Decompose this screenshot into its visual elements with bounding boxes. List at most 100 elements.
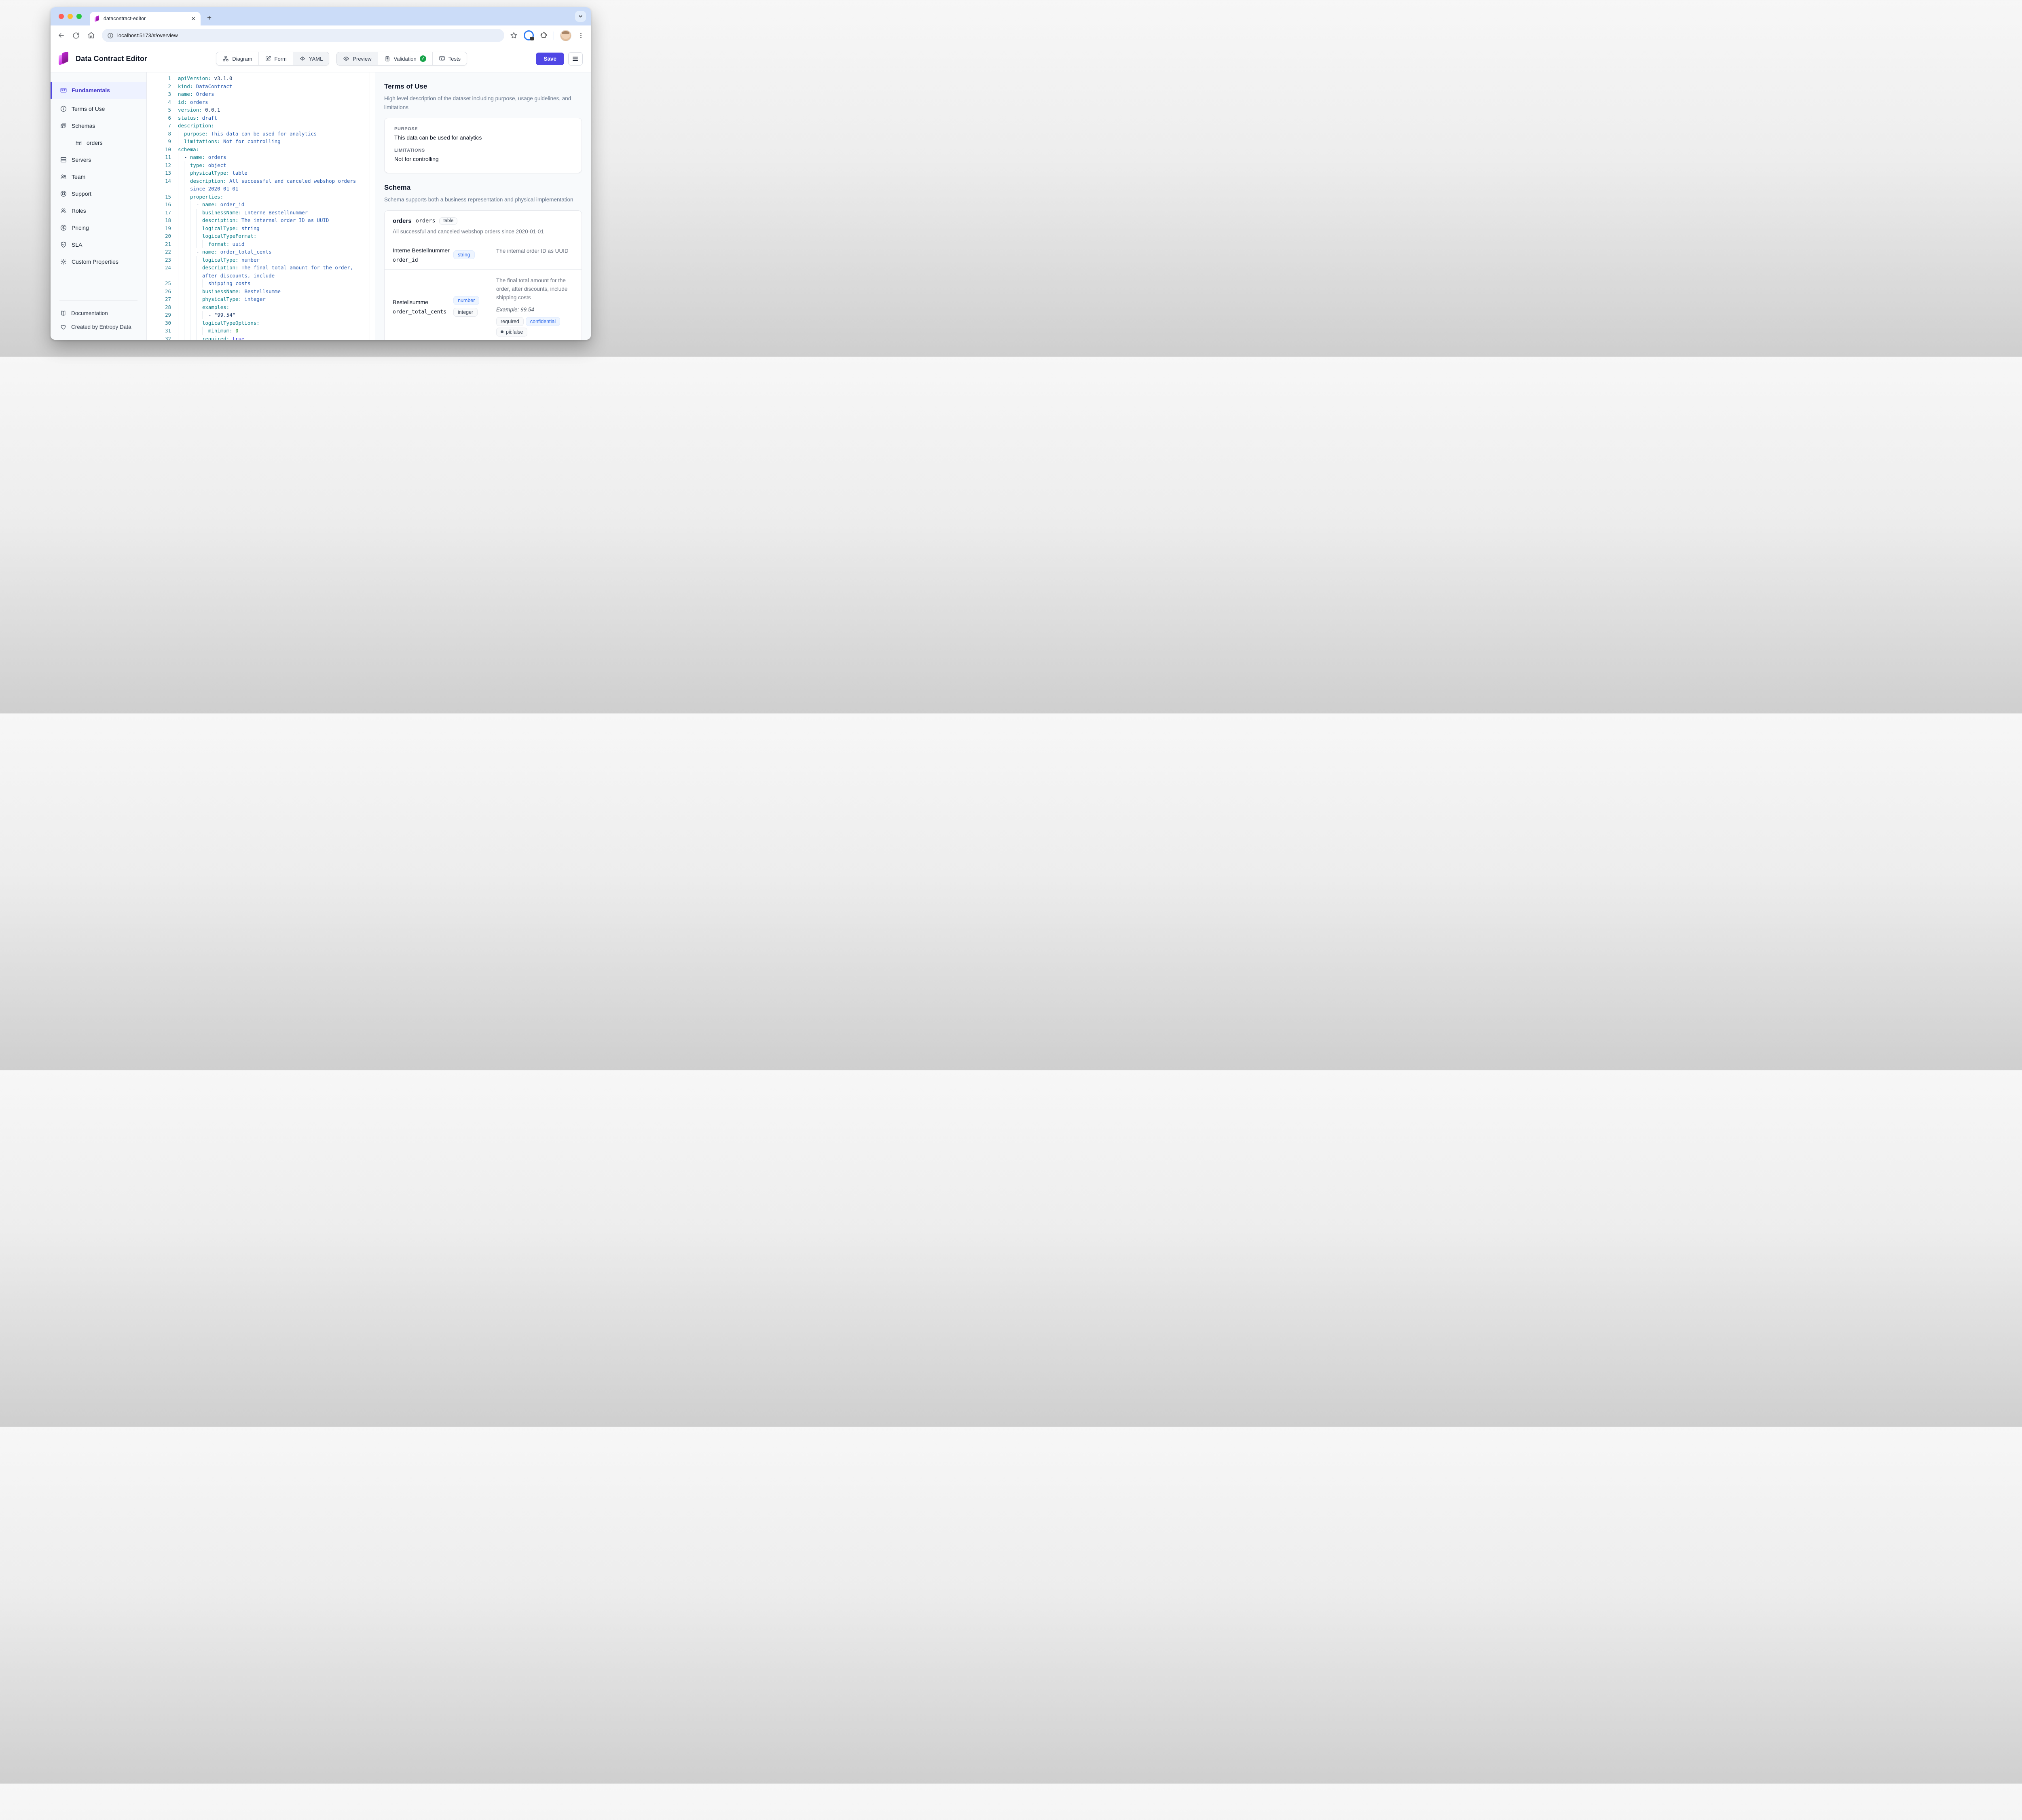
bookmark-star-icon[interactable]: [510, 32, 518, 39]
line-number: 31: [147, 327, 178, 335]
editor-line[interactable]: 19logicalType: string: [147, 224, 370, 233]
editor-line[interactable]: 21format: uuid: [147, 240, 370, 248]
editor-line[interactable]: 27physicalType: integer: [147, 295, 370, 303]
sidebar-item-sla[interactable]: SLA: [51, 238, 146, 252]
editor-line[interactable]: 29- "99.54": [147, 311, 370, 319]
tab-title: datacontract-editor: [104, 16, 187, 21]
editor-line[interactable]: 13physicalType: table: [147, 169, 370, 177]
sidebar-item-team[interactable]: Team: [51, 170, 146, 184]
editor-line[interactable]: 26businessName: Bestellsumme: [147, 288, 370, 296]
editor-line[interactable]: 8purpose: This data can be used for anal…: [147, 130, 370, 138]
sidebar-footer-documentation[interactable]: Documentation: [51, 307, 146, 319]
toolbar-button-validation[interactable]: Validation✓: [378, 52, 432, 65]
editor-line[interactable]: 32required: true: [147, 335, 370, 340]
field-type-badges: string: [453, 250, 496, 260]
editor-line[interactable]: 2kind: DataContract: [147, 83, 370, 91]
sidebar-item-schemas[interactable]: Schemas: [51, 119, 146, 133]
line-code: name: Orders: [178, 90, 370, 98]
editor-line[interactable]: 12type: object: [147, 161, 370, 169]
pricing-icon: [60, 224, 67, 231]
app-menu-button[interactable]: [568, 52, 583, 66]
book-icon: [60, 310, 67, 317]
line-code: id: orders: [178, 98, 370, 106]
toolbar-button-tests[interactable]: Tests: [432, 52, 467, 65]
extensions-puzzle-icon[interactable]: [540, 32, 548, 39]
indent-guides: [178, 240, 208, 248]
editor-line[interactable]: 23logicalType: number: [147, 256, 370, 264]
sidebar-item-orders[interactable]: orders: [51, 136, 146, 150]
sidebar-item-terms-of-use[interactable]: Terms of Use: [51, 102, 146, 116]
line-code: description:: [178, 122, 370, 130]
save-button[interactable]: Save: [536, 53, 564, 65]
editor-line[interactable]: 16- name: order_id: [147, 201, 370, 209]
editor-line[interactable]: 25shipping costs: [147, 279, 370, 288]
editor-line[interactable]: 28examples:: [147, 303, 370, 311]
editor-line[interactable]: 10schema:: [147, 146, 370, 154]
diagram-icon: [222, 55, 229, 62]
line-code: schema:: [178, 146, 370, 154]
editor-line[interactable]: 9limitations: Not for controlling: [147, 138, 370, 146]
indent-guides: [178, 130, 184, 138]
line-code: businessName: Interne Bestellnummer: [202, 209, 370, 217]
sidebar-item-pricing[interactable]: Pricing: [51, 221, 146, 235]
close-window-button[interactable]: [59, 14, 64, 19]
editor-line[interactable]: 30logicalTypeOptions:: [147, 319, 370, 327]
editor-line[interactable]: 5version: 0.0.1: [147, 106, 370, 114]
toolbar-button-yaml[interactable]: YAML: [293, 52, 329, 65]
editor-line[interactable]: 3name: Orders: [147, 90, 370, 98]
flag-badge-required: required: [496, 317, 524, 326]
sidebar-item-label: Terms of Use: [72, 106, 105, 112]
editor-line[interactable]: 1apiVersion: v3.1.0: [147, 74, 370, 83]
field-names: Bestellsummeorder_total_cents: [393, 298, 453, 315]
line-number: 32: [147, 335, 178, 340]
sidebar-item-servers[interactable]: Servers: [51, 153, 146, 167]
toolbar-button-diagram[interactable]: Diagram: [216, 52, 258, 65]
home-icon[interactable]: [87, 32, 95, 40]
team-icon: [60, 173, 67, 180]
reload-icon[interactable]: [72, 32, 80, 40]
toolbar-button-form[interactable]: Form: [258, 52, 293, 65]
sidebar-item-roles[interactable]: Roles: [51, 204, 146, 218]
editor-line[interactable]: 6status: draft: [147, 114, 370, 122]
browser-tab[interactable]: datacontract-editor ✕: [90, 12, 201, 25]
toolbar-button-preview[interactable]: Preview: [337, 52, 377, 65]
sidebar-item-support[interactable]: Support: [51, 187, 146, 201]
yaml-editor[interactable]: 1apiVersion: v3.1.02kind: DataContract3n…: [147, 72, 370, 340]
address-bar[interactable]: localhost:5173/#/overview: [102, 29, 504, 42]
browser-menu-kebab-icon[interactable]: [577, 32, 584, 39]
password-manager-extension-icon[interactable]: [524, 30, 534, 40]
indent-guides: [178, 264, 202, 279]
sidebar-item-label: Custom Properties: [72, 258, 118, 265]
tab-search-chevron-icon[interactable]: [575, 11, 586, 22]
sidebar-footer-label: Documentation: [71, 310, 108, 316]
editor-line[interactable]: 11- name: orders: [147, 153, 370, 161]
editor-line[interactable]: 14description: All successful and cancel…: [147, 177, 370, 193]
app-title: Data Contract Editor: [76, 55, 147, 63]
line-number: 20: [147, 232, 178, 240]
line-number: 9: [147, 138, 178, 146]
editor-line[interactable]: 7description:: [147, 122, 370, 130]
site-info-icon[interactable]: [107, 32, 114, 39]
editor-line[interactable]: 31minimum: 0: [147, 327, 370, 335]
minimize-window-button[interactable]: [68, 14, 73, 19]
new-tab-icon[interactable]: +: [207, 14, 212, 22]
editor-line[interactable]: 20logicalTypeFormat:: [147, 232, 370, 240]
line-code: physicalType: table: [190, 169, 370, 177]
sidebar-item-custom-properties[interactable]: Custom Properties: [51, 255, 146, 269]
editor-line[interactable]: 15properties:: [147, 193, 370, 201]
sidebar-footer-created-by-entropy-data[interactable]: Created by Entropy Data: [51, 321, 146, 333]
editor-line[interactable]: 4id: orders: [147, 98, 370, 106]
editor-line[interactable]: 22- name: order_total_cents: [147, 248, 370, 256]
line-number: 10: [147, 146, 178, 154]
back-icon[interactable]: [57, 32, 65, 40]
editor-line[interactable]: 17businessName: Interne Bestellnummer: [147, 209, 370, 217]
browser-toolbar: localhost:5173/#/overview: [51, 25, 591, 45]
sidebar-item-fundamentals[interactable]: Fundamentals: [51, 82, 146, 99]
editor-scrollbar[interactable]: [370, 72, 375, 340]
profile-avatar[interactable]: [560, 30, 571, 41]
editor-line[interactable]: 24description: The final total amount fo…: [147, 264, 370, 279]
zoom-window-button[interactable]: [76, 14, 82, 19]
editor-line[interactable]: 18description: The internal order ID as …: [147, 216, 370, 224]
tab-close-icon[interactable]: ✕: [191, 16, 196, 21]
id-card-icon: [60, 87, 67, 94]
